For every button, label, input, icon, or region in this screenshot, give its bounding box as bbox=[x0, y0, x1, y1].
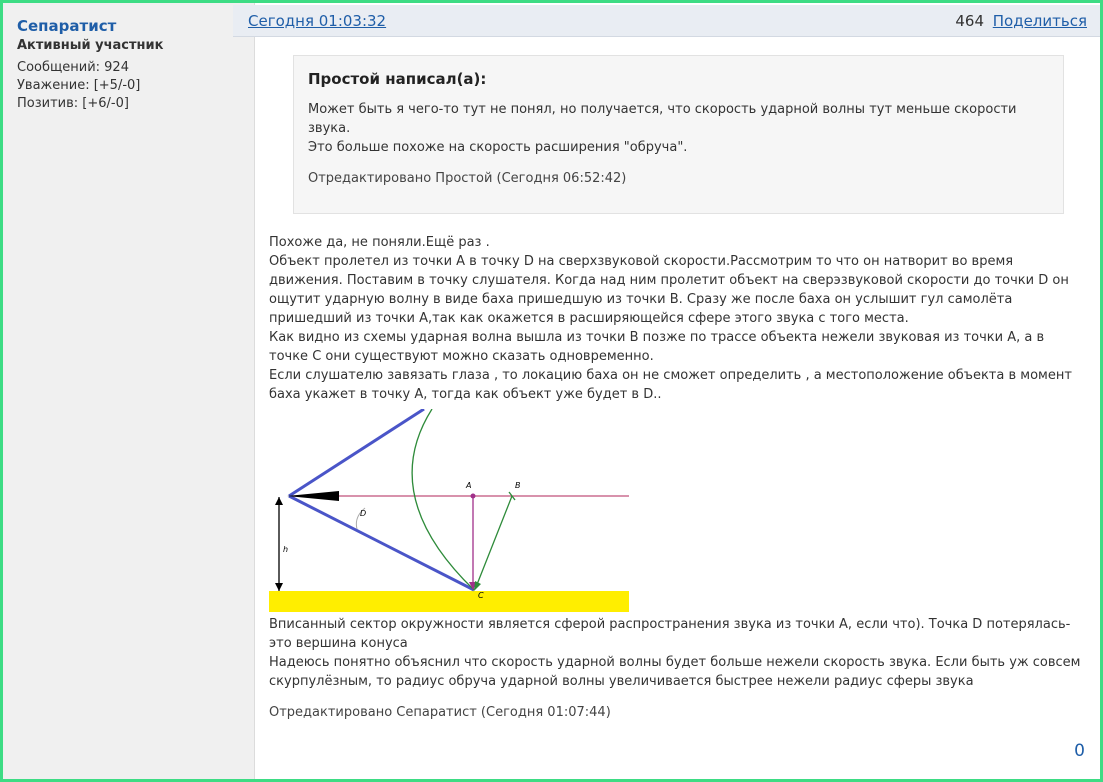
label-a: A bbox=[465, 481, 471, 490]
quote-edit-note: Отредактировано Простой (Сегодня 06:52:4… bbox=[308, 171, 627, 186]
post-paragraph: Вписанный сектор окружности является сфе… bbox=[269, 617, 1071, 651]
post-body: Похоже да, не поняли.Ещё раз . Объект пр… bbox=[269, 233, 1084, 722]
label-b: B bbox=[515, 481, 521, 490]
label-c: C bbox=[478, 591, 484, 600]
author-stats: Сообщений: 924 Уважение: [+5/-0] Позитив… bbox=[17, 59, 254, 113]
label-h: h bbox=[283, 545, 288, 554]
post-paragraph: Надеюсь понятно объяснил что скорость уд… bbox=[269, 655, 1081, 689]
post-number: 464 bbox=[955, 12, 984, 30]
post-edit-note: Отредактировано Сепаратист (Сегодня 01:0… bbox=[269, 705, 611, 720]
quote-box: Простой написал(а): Может быть я чего-то… bbox=[293, 55, 1064, 214]
author-rank: Активный участник bbox=[17, 38, 164, 53]
author-sidebar: Сепаратист Активный участник Сообщений: … bbox=[3, 3, 255, 779]
stat-positive: Позитив: [+6/-0] bbox=[17, 96, 129, 111]
reputation-counter[interactable]: 0 bbox=[1074, 741, 1085, 761]
quote-line: Это больше похоже на скорость расширения… bbox=[308, 140, 688, 155]
post-header: Сегодня 01:03:32 464 Поделиться bbox=[233, 5, 1100, 37]
shockwave-diagram[interactable]: h A B C D bbox=[269, 409, 629, 612]
quote-text: Может быть я чего-то тут не понял, но по… bbox=[308, 100, 1049, 157]
stat-posts: Сообщений: 924 bbox=[17, 60, 129, 75]
post-paragraph: Если слушателю завязать глаза , то локац… bbox=[269, 368, 1072, 402]
stat-respect: Уважение: [+5/-0] bbox=[17, 78, 141, 93]
label-d: D bbox=[360, 509, 366, 518]
point-a-marker bbox=[470, 493, 476, 499]
post-paragraph: Похоже да, не поняли.Ещё раз . bbox=[269, 235, 490, 250]
post-date-link[interactable]: Сегодня 01:03:32 bbox=[248, 12, 386, 30]
author-name[interactable]: Сепаратист bbox=[17, 17, 254, 35]
share-link[interactable]: Поделиться bbox=[993, 12, 1087, 30]
quote-author: Простой написал(а): bbox=[308, 70, 487, 88]
ground-strip bbox=[269, 591, 629, 612]
quote-line: Может быть я чего-то тут не понял, но по… bbox=[308, 102, 1017, 136]
post-paragraph: Как видно из схемы ударная волна вышла и… bbox=[269, 330, 1045, 364]
diagram-background bbox=[269, 409, 629, 612]
post-paragraph: Объект пролетел из точки А в точку D на … bbox=[269, 254, 1069, 326]
